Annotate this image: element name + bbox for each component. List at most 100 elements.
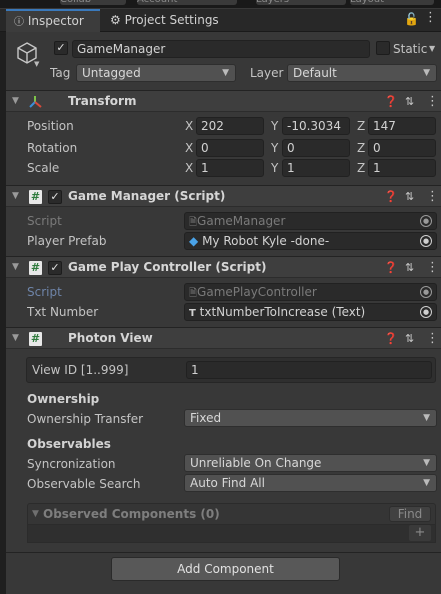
syncronization-dropdown[interactable]: Unreliable On Change ▼ xyxy=(184,454,437,472)
static-dropdown-arrow-icon[interactable]: ▼ xyxy=(429,41,435,57)
tab-bar: ⓘ Inspector ⚙ Project Settings 🔓 ⋮ xyxy=(0,9,441,32)
tag-value: Untagged xyxy=(82,66,141,80)
foldout-arrow-icon[interactable]: ▼ xyxy=(12,257,19,278)
photon-view-header[interactable]: ▼ # Photon View ❓ ⇅ ⋮ xyxy=(6,327,441,349)
txt-number-field[interactable]: T txtNumberToIncrease (Text) ● xyxy=(184,303,437,321)
gameobject-active-checkbox[interactable]: ✓ xyxy=(54,41,68,55)
add-component-button[interactable]: Add Component xyxy=(111,557,340,581)
top-toolbar-strip: Collab Account Layers Layout xyxy=(0,0,441,8)
layer-dropdown[interactable]: Default ▼ xyxy=(287,64,437,82)
gameobject-name-input[interactable]: GameManager xyxy=(72,40,370,58)
kebab-menu-icon[interactable]: ⋮ xyxy=(426,257,439,278)
position-label: Position xyxy=(27,119,74,133)
foldout-arrow-icon[interactable]: ▼ xyxy=(32,504,39,524)
observable-search-dropdown[interactable]: Auto Find All ▼ xyxy=(184,474,437,492)
script-field: 🗎GameManager ● xyxy=(184,212,437,230)
scale-z-input[interactable]: 1 xyxy=(368,159,436,177)
ownership-transfer-dropdown[interactable]: Fixed ▼ xyxy=(184,409,437,427)
components-divider xyxy=(6,552,441,553)
find-button[interactable]: Find xyxy=(389,506,431,522)
script-icon: # xyxy=(29,190,42,204)
rotation-y-input[interactable]: 0 xyxy=(282,139,350,157)
script-label: Script xyxy=(27,214,62,228)
observables-heading: Observables xyxy=(27,437,111,451)
txt-number-label: Txt Number xyxy=(27,305,99,319)
game-play-controller-header[interactable]: ▼ # ✓ Game Play Controller (Script) ❓ ⇅ … xyxy=(6,256,441,278)
player-prefab-label: Player Prefab xyxy=(27,234,107,248)
script-icon: # xyxy=(29,332,42,346)
icon-dropdown-arrow-icon[interactable]: ▼ xyxy=(34,60,39,68)
transform-axes-icon xyxy=(28,91,42,112)
observed-components-list: + xyxy=(27,525,436,543)
observed-components-header[interactable]: ▼ Observed Components (0) Find xyxy=(27,503,436,525)
lock-icon[interactable]: 🔓 xyxy=(404,12,419,26)
axis-x-label: X xyxy=(185,161,194,175)
chevron-down-icon: ▼ xyxy=(423,478,430,488)
script-icon: # xyxy=(29,261,42,275)
static-label: Static xyxy=(393,42,428,56)
preset-icon[interactable]: ⇅ xyxy=(405,257,414,278)
object-picker-icon: ● xyxy=(420,215,432,227)
chevron-down-icon: ▼ xyxy=(423,458,430,468)
game-manager-header[interactable]: ▼ # ✓ Game Manager (Script) ❓ ⇅ ⋮ xyxy=(6,185,441,207)
player-prefab-value: My Robot Kyle -done- xyxy=(202,234,330,248)
object-picker-icon[interactable]: ● xyxy=(420,235,432,247)
text-component-icon: T xyxy=(189,308,196,319)
player-prefab-field[interactable]: ◆ My Robot Kyle -done- ● xyxy=(184,232,437,250)
static-checkbox[interactable] xyxy=(376,41,390,55)
preset-icon[interactable]: ⇅ xyxy=(405,186,414,207)
game-manager-title: Game Manager (Script) xyxy=(68,189,226,203)
position-x-input[interactable]: 202 xyxy=(196,117,264,135)
scale-x-input[interactable]: 1 xyxy=(196,159,264,177)
transform-header[interactable]: ▼ Transform ❓ ⇅ ⋮ xyxy=(6,90,441,112)
axis-z-label: Z xyxy=(357,141,366,155)
rotation-x-input[interactable]: 0 xyxy=(196,139,264,157)
position-z-input[interactable]: 147 xyxy=(368,117,436,135)
observable-search-label: Observable Search xyxy=(27,477,141,491)
help-icon[interactable]: ❓ xyxy=(384,257,398,278)
foldout-arrow-icon[interactable]: ▼ xyxy=(12,328,19,349)
ownership-transfer-label: Ownership Transfer xyxy=(27,412,144,426)
script-field: 🗎GamePlayController ● xyxy=(184,283,437,301)
rotation-label: Rotation xyxy=(27,141,78,155)
photon-view-title: Photon View xyxy=(68,331,153,345)
object-picker-icon[interactable]: ● xyxy=(420,306,432,318)
gear-icon: ⚙ xyxy=(110,13,121,27)
view-id-label: View ID [1..999] xyxy=(32,363,129,377)
txt-number-value: txtNumberToIncrease (Text) xyxy=(199,305,366,319)
tab-inspector[interactable]: ⓘ Inspector xyxy=(6,9,100,32)
layout-button[interactable]: Layout xyxy=(350,0,434,5)
tab-project-settings[interactable]: ⚙ Project Settings xyxy=(102,9,242,32)
account-button[interactable]: Account xyxy=(137,0,237,5)
layers-button[interactable]: Layers xyxy=(256,0,346,5)
tag-label: Tag xyxy=(50,66,71,80)
add-observed-button[interactable]: + xyxy=(409,525,431,541)
kebab-menu-icon[interactable]: ⋮ xyxy=(426,186,439,207)
preset-icon[interactable]: ⇅ xyxy=(405,328,414,349)
layer-value: Default xyxy=(293,66,337,80)
observed-components-label: Observed Components (0) xyxy=(43,507,220,521)
collab-button[interactable]: Collab xyxy=(60,0,126,5)
game-play-controller-enabled-checkbox[interactable]: ✓ xyxy=(48,261,62,275)
kebab-menu-icon[interactable]: ⋮ xyxy=(426,328,439,349)
tag-dropdown[interactable]: Untagged ▼ xyxy=(76,64,236,82)
foldout-arrow-icon[interactable]: ▼ xyxy=(12,91,19,112)
scale-y-input[interactable]: 1 xyxy=(282,159,350,177)
preset-icon[interactable]: ⇅ xyxy=(405,91,414,112)
script-label: Script xyxy=(27,285,62,299)
help-icon[interactable]: ❓ xyxy=(384,328,398,349)
kebab-menu-icon[interactable]: ⋮ xyxy=(424,10,437,25)
kebab-menu-icon[interactable]: ⋮ xyxy=(426,91,439,112)
game-manager-enabled-checkbox[interactable]: ✓ xyxy=(48,190,62,204)
rotation-z-input[interactable]: 0 xyxy=(368,139,436,157)
position-y-input[interactable]: -10.3034 xyxy=(282,117,350,135)
game-play-controller-title: Game Play Controller (Script) xyxy=(68,260,267,274)
observable-search-value: Auto Find All xyxy=(190,476,265,490)
foldout-arrow-icon[interactable]: ▼ xyxy=(12,186,19,207)
view-id-input[interactable]: 1 xyxy=(186,361,432,379)
help-icon[interactable]: ❓ xyxy=(384,186,398,207)
axis-x-label: X xyxy=(185,141,194,155)
object-picker-icon: ● xyxy=(420,286,432,298)
script-field-value: GameManager xyxy=(197,214,286,228)
help-icon[interactable]: ❓ xyxy=(384,91,398,112)
